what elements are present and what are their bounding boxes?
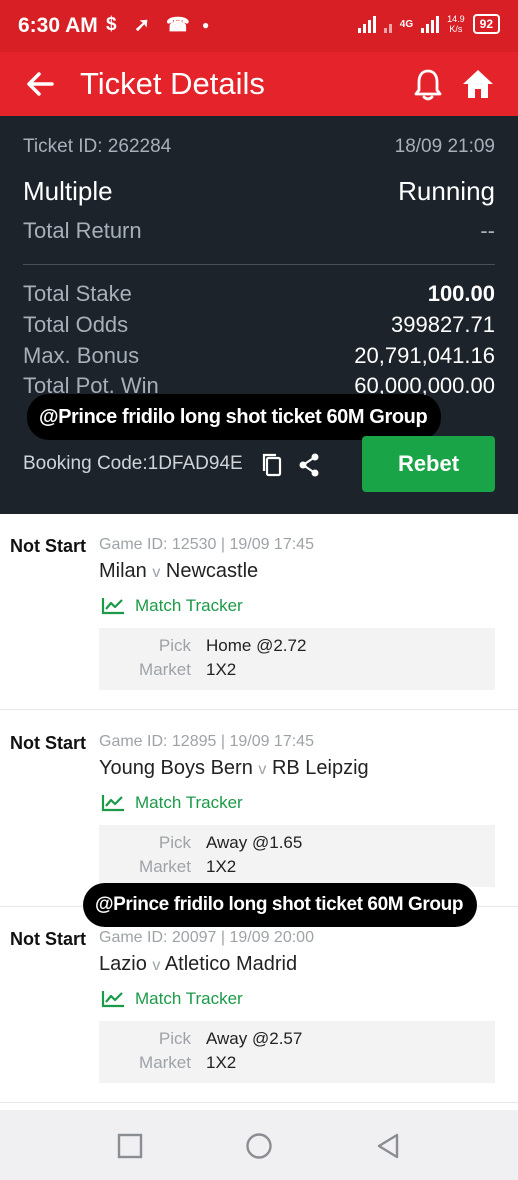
total-stake-label: Total Stake <box>23 281 132 306</box>
home-circle-icon[interactable] <box>245 1132 273 1160</box>
game-meta: Game ID: 12530 | 19/09 17:45 <box>99 536 314 553</box>
back-triangle-icon[interactable] <box>374 1132 402 1160</box>
signal-icon <box>357 15 376 33</box>
match-tracker-label: Match Tracker <box>135 793 243 812</box>
home-team: Young Boys Bern <box>99 757 253 779</box>
match-teams: Lazio v Atletico Madrid <box>99 953 297 976</box>
away-team: Newcastle <box>165 560 259 582</box>
chart-line-icon <box>101 795 124 812</box>
status-time: 6:30 AM <box>18 14 98 37</box>
bell-icon[interactable] <box>410 66 446 102</box>
max-bonus-value: 20,791,041.16 <box>354 343 495 368</box>
match-tracker-link[interactable]: Match Tracker <box>101 596 243 616</box>
match-tracker-label: Match Tracker <box>135 596 243 615</box>
watermark-banner: @Prince fridilo long shot ticket 60M Gro… <box>83 883 478 927</box>
bet-status: Not Start <box>10 929 86 949</box>
chart-line-icon <box>101 991 124 1008</box>
versus-separator: v <box>152 957 161 974</box>
pick-details: Pick Home @2.72 Market 1X2 <box>99 628 495 690</box>
pick-label: Pick <box>158 636 191 655</box>
market-label: Market <box>139 660 191 679</box>
bet-item: Not Start Game ID: 12895 | 19/09 17:45 Y… <box>0 711 518 907</box>
system-nav-bar <box>0 1110 518 1180</box>
pick-value: Away @1.65 <box>206 833 303 852</box>
away-team: RB Leipzig <box>271 757 369 779</box>
booking-code: Booking Code:1DFAD94E <box>23 453 243 474</box>
signal-icon <box>383 15 392 33</box>
network-type: 4G <box>399 18 414 30</box>
market-label: Market <box>139 1053 191 1072</box>
market-value: 1X2 <box>206 660 237 679</box>
page-title: Ticket Details <box>80 66 265 101</box>
market-value: 1X2 <box>206 1053 237 1072</box>
bet-status: Not Start <box>10 733 86 753</box>
match-teams: Young Boys Bern v RB Leipzig <box>99 757 369 780</box>
app-bar: Ticket Details <box>0 52 518 116</box>
pick-label: Pick <box>158 1029 191 1048</box>
pick-details: Pick Away @1.65 Market 1X2 <box>99 825 495 887</box>
watermark-banner: @Prince fridilo long shot ticket 60M Gro… <box>27 394 442 440</box>
pick-value: Away @2.57 <box>206 1029 303 1048</box>
bet-status: Not Start <box>10 536 86 556</box>
recent-apps-icon[interactable] <box>116 1132 144 1160</box>
battery-icon: 92 <box>472 14 500 34</box>
total-return-label: Total Return <box>23 218 142 243</box>
signal-icon <box>421 15 440 33</box>
away-team: Atletico Madrid <box>164 953 298 975</box>
ticket-type: Multiple <box>23 176 113 206</box>
copy-icon[interactable] <box>260 452 284 478</box>
home-icon[interactable] <box>460 66 496 102</box>
match-tracker-link[interactable]: Match Tracker <box>101 793 243 813</box>
chart-line-icon <box>101 598 124 615</box>
total-return-value: -- <box>480 218 495 243</box>
match-tracker-link[interactable]: Match Tracker <box>101 989 243 1009</box>
divider <box>23 264 495 265</box>
back-arrow-icon[interactable] <box>22 64 58 104</box>
pick-value: Home @2.72 <box>206 636 307 655</box>
max-bonus-label: Max. Bonus <box>23 343 140 368</box>
market-value: 1X2 <box>206 857 237 876</box>
app-notification-icon: $ <box>106 14 117 35</box>
ticket-status: Running <box>398 176 495 206</box>
app-notification-icon: ☎ <box>166 15 190 36</box>
home-team: Milan <box>99 560 147 582</box>
more-notifications-dot-icon: ● <box>202 18 210 32</box>
share-icon[interactable] <box>297 452 321 478</box>
game-meta: Game ID: 12895 | 19/09 17:45 <box>99 733 314 750</box>
ticket-id: Ticket ID: 262284 <box>23 136 172 157</box>
market-label: Market <box>139 857 191 876</box>
total-odds-label: Total Odds <box>23 312 129 337</box>
pick-details: Pick Away @2.57 Market 1X2 <box>99 1021 495 1083</box>
rebet-button[interactable]: Rebet <box>362 436 495 492</box>
versus-separator: v <box>152 564 161 581</box>
match-tracker-label: Match Tracker <box>135 989 243 1008</box>
pick-label: Pick <box>158 833 191 852</box>
total-stake-value: 100.00 <box>427 281 495 306</box>
bet-item: Not Start Game ID: 12530 | 19/09 17:45 M… <box>0 514 518 710</box>
total-odds-value: 399827.71 <box>391 312 495 337</box>
home-team: Lazio <box>99 953 147 975</box>
ticket-summary: Ticket ID: 262284 18/09 21:09 Multiple R… <box>0 116 518 514</box>
network-speed: 14.9 K/s <box>447 14 465 34</box>
match-teams: Milan v Newcastle <box>99 560 258 583</box>
app-notification-icon: ➚ <box>134 15 150 36</box>
ticket-datetime: 18/09 21:09 <box>394 136 495 157</box>
status-bar: 6:30 AM $ ➚ ☎ ● 4G 14.9 K/s 92 <box>0 0 518 52</box>
bet-item: Not Start Game ID: 20097 | 19/09 20:00 L… <box>0 907 518 1103</box>
versus-separator: v <box>258 761 267 778</box>
game-meta: Game ID: 20097 | 19/09 20:00 <box>99 929 314 946</box>
